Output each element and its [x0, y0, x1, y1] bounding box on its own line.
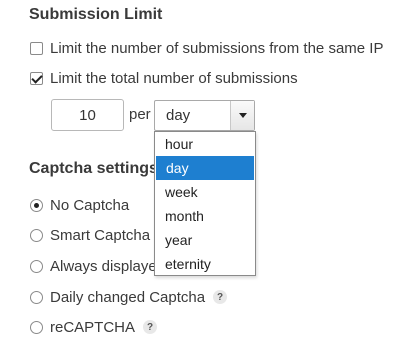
captcha-option-label: No Captcha: [50, 196, 130, 214]
period-option-hour[interactable]: hour: [155, 132, 255, 156]
per-label: per: [129, 106, 151, 123]
submission-count-input[interactable]: 10: [51, 99, 124, 131]
period-select-value: day: [166, 107, 191, 124]
help-icon[interactable]: ?: [143, 320, 158, 334]
captcha-option-none[interactable]: No Captcha: [30, 195, 129, 215]
captcha-smart-radio[interactable]: [30, 228, 43, 242]
captcha-none-radio[interactable]: [30, 198, 43, 212]
captcha-always-radio[interactable]: [30, 259, 43, 273]
period-option-week[interactable]: week: [155, 180, 255, 204]
limit-same-ip-option[interactable]: Limit the number of submissions from the…: [30, 38, 383, 58]
captcha-option-label: Smart Captcha: [50, 226, 151, 244]
captcha-option-daily[interactable]: Daily changed Captcha ?: [30, 287, 228, 307]
period-option-day[interactable]: day: [156, 156, 254, 180]
captcha-option-smart[interactable]: Smart Captcha: [30, 225, 150, 245]
captcha-option-label: Always displayed: [50, 257, 166, 275]
period-select[interactable]: day: [154, 100, 255, 131]
captcha-option-label: Daily changed Captcha: [50, 288, 206, 306]
period-option-year[interactable]: year: [155, 228, 255, 252]
submission-limit-heading: Submission Limit: [29, 6, 163, 23]
period-option-eternity[interactable]: eternity: [155, 252, 255, 276]
limit-total-label: Limit the total number of submissions: [50, 69, 298, 87]
captcha-option-always[interactable]: Always displayed: [30, 256, 165, 276]
help-icon[interactable]: ?: [213, 290, 228, 304]
limit-same-ip-checkbox[interactable]: [30, 41, 43, 55]
period-option-month[interactable]: month: [155, 204, 255, 228]
captcha-daily-radio[interactable]: [30, 290, 43, 304]
captcha-recaptcha-radio[interactable]: [30, 320, 43, 334]
chevron-down-icon[interactable]: [230, 101, 254, 130]
limit-same-ip-label: Limit the number of submissions from the…: [50, 39, 384, 57]
captcha-option-label: reCAPTCHA: [50, 318, 136, 336]
limit-total-option[interactable]: Limit the total number of submissions: [30, 68, 298, 88]
limit-total-checkbox[interactable]: [30, 71, 43, 85]
period-dropdown-list: hour day week month year eternity: [154, 131, 256, 276]
captcha-settings-heading: Captcha settings: [29, 160, 158, 177]
captcha-option-recaptcha[interactable]: reCAPTCHA ?: [30, 317, 158, 337]
